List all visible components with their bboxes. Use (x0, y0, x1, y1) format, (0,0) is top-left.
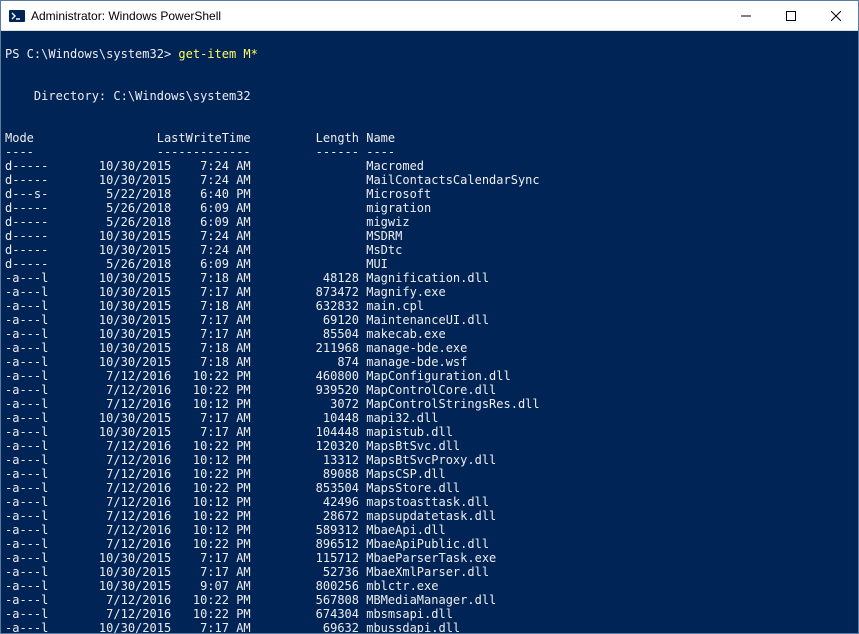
window-title: Administrator: Windows PowerShell (31, 1, 723, 31)
terminal-area[interactable]: PS C:\Windows\system32> get-item M* Dire… (1, 31, 858, 633)
column-dashes: ---- ------------- ------ ---- (5, 145, 395, 159)
blank-line (5, 103, 12, 117)
file-listing: d----- 10/30/2015 7:24 AM Macromed d----… (5, 159, 854, 633)
window-frame: Administrator: Windows PowerShell PS C:\… (0, 0, 859, 634)
maximize-icon (786, 11, 796, 21)
blank-line (5, 61, 12, 75)
blank-line (5, 117, 12, 131)
prompt-prefix: PS C:\Windows\system32> (5, 47, 178, 61)
minimize-icon (741, 11, 751, 21)
directory-line: Directory: C:\Windows\system32 (5, 89, 251, 103)
powershell-icon (9, 8, 25, 24)
maximize-button[interactable] (768, 1, 813, 30)
minimize-button[interactable] (723, 1, 768, 30)
blank-line (5, 75, 12, 89)
close-icon (831, 11, 841, 21)
titlebar[interactable]: Administrator: Windows PowerShell (1, 1, 858, 31)
close-button[interactable] (813, 1, 858, 30)
window-controls (723, 1, 858, 30)
prompt-command: get-item M* (178, 47, 257, 61)
column-headers: Mode LastWriteTime Length Name (5, 131, 395, 145)
